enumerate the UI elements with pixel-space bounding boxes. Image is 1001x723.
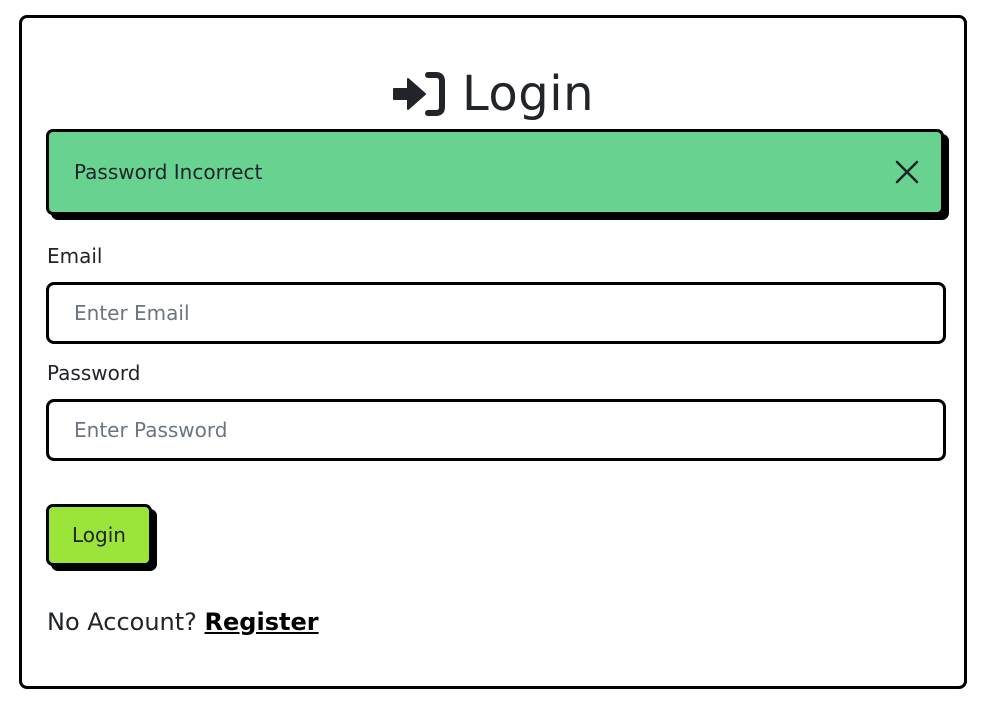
register-prompt: No Account? Register: [47, 608, 319, 636]
sign-in-icon: [393, 72, 445, 116]
alert-message: Password Incorrect: [74, 160, 263, 184]
page-title-text: Login: [462, 66, 594, 122]
password-label: Password: [47, 361, 141, 385]
login-button[interactable]: Login: [46, 504, 152, 566]
email-field[interactable]: [46, 282, 946, 344]
email-label: Email: [47, 244, 103, 268]
error-alert: Password Incorrect: [46, 129, 944, 215]
register-link[interactable]: Register: [205, 608, 319, 636]
page-title: Login: [22, 54, 964, 134]
register-prompt-text: No Account?: [47, 608, 197, 636]
password-field[interactable]: [46, 399, 946, 461]
close-icon[interactable]: [895, 160, 919, 184]
login-card: Login: [19, 15, 967, 689]
